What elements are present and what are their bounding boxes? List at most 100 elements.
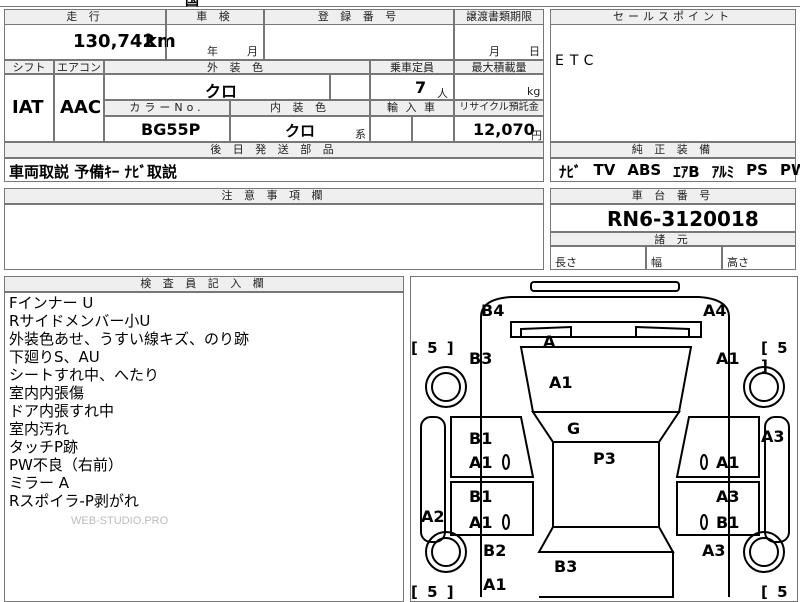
wheel-rr-inner bbox=[749, 537, 779, 567]
exterior-color-header: 外 装 色 bbox=[104, 60, 370, 74]
shift-value: IAT bbox=[12, 97, 44, 118]
capacity-value: 7 bbox=[415, 78, 427, 97]
door-handle bbox=[502, 514, 510, 530]
label-a3-right-rear: A3 bbox=[702, 541, 726, 560]
recycle-value: 12,070 bbox=[473, 120, 535, 139]
equipment-item: ｱﾙﾐ bbox=[711, 163, 735, 181]
caution-cell bbox=[4, 204, 544, 270]
door-handle bbox=[700, 514, 708, 530]
registration-header: 登 録 番 号 bbox=[264, 9, 454, 25]
note-line: ミラー A bbox=[9, 474, 70, 492]
label-a1-bottom-left: A1 bbox=[483, 575, 507, 594]
later-parts-header: 後 日 発 送 部 品 bbox=[4, 142, 544, 158]
tire-rl-value: 5 bbox=[427, 583, 440, 601]
later-parts-text: 車両取説 予備ｷｰ ﾅﾋﾞ取説 bbox=[9, 163, 177, 181]
capacity-header: 乗車定員 bbox=[370, 60, 454, 74]
wheel-rl-inner bbox=[431, 537, 461, 567]
mileage-cell: 130,742 km bbox=[4, 24, 176, 60]
tire-rr-bracket: [ 5 ] bbox=[761, 583, 790, 601]
note-line: 外装色あせ、うすい線キズ、のり跡 bbox=[9, 330, 250, 348]
capacity-unit: 人 bbox=[437, 87, 448, 100]
shift-cell: IAT bbox=[4, 74, 54, 142]
exterior-color-cell: クロ bbox=[104, 74, 330, 101]
car-diagram: B4 A4 A [ 5 ] [ 5 ] B3 A1 A1 G A3 B1 A1 … bbox=[410, 276, 798, 602]
inspector-cell: Fインナー U Rサイドメンバー小U 外装色あせ、うすい線キズ、のり跡 下廻りS… bbox=[4, 292, 404, 602]
interior-color-suffix: 系 bbox=[355, 128, 366, 141]
shift-header: シフト bbox=[4, 60, 54, 74]
chassis-header: 車 台 番 号 bbox=[550, 188, 796, 204]
label-a4: A4 bbox=[703, 301, 727, 320]
aircon-cell: AAC bbox=[54, 74, 104, 142]
tire-rr-value: 5 bbox=[777, 583, 790, 601]
label-b2-left-rear: B2 bbox=[483, 541, 507, 560]
interior-color-header: 内 装 色 bbox=[230, 100, 370, 116]
later-parts-cell: 車両取説 予備ｷｰ ﾅﾋﾞ取説 bbox=[4, 158, 544, 182]
equipment-item: PS bbox=[746, 161, 768, 179]
door-handle bbox=[502, 454, 510, 470]
shaken-month-unit: 月 bbox=[247, 45, 258, 58]
equipment-cell: ﾅﾋﾞ TV ABS ｴｱB ｱﾙﾐ PS PW bbox=[550, 158, 800, 182]
recycle-cell: 12,070 円 bbox=[454, 116, 544, 142]
front-bumper-shape bbox=[530, 281, 680, 292]
label-b3-trunk: B3 bbox=[554, 557, 578, 576]
label-a1-hood: A1 bbox=[549, 373, 573, 392]
equipment-list: ﾅﾋﾞ TV ABS ｴｱB ｱﾙﾐ PS PW bbox=[559, 161, 800, 182]
label-p3-roof: P3 bbox=[593, 449, 616, 468]
note-line: Rサイドメンバー小U bbox=[9, 312, 151, 330]
top-strip bbox=[0, 0, 800, 7]
note-line: 室内内張傷 bbox=[9, 384, 85, 402]
inspector-header: 検 査 員 記 入 欄 bbox=[4, 276, 404, 292]
dim-length-cell: 長さ bbox=[550, 246, 646, 270]
dim-height-label: 高さ bbox=[727, 256, 749, 269]
tire-fl-value: 5 bbox=[427, 339, 440, 357]
equipment-header: 純 正 装 備 bbox=[550, 142, 796, 158]
door-handle bbox=[700, 454, 708, 470]
transfer-docs-cell: 月 日 bbox=[454, 24, 544, 60]
color-no-header: カラーNo. bbox=[104, 100, 230, 116]
note-line: シートすれ中、へたり bbox=[9, 366, 160, 384]
note-line: ドア内張すれ中 bbox=[9, 402, 115, 420]
label-b1-l-front-door: B1 bbox=[469, 429, 493, 448]
interior-color-value: クロ bbox=[285, 122, 316, 140]
front-grille-shape bbox=[510, 321, 702, 338]
import-cell-left bbox=[370, 116, 412, 142]
color-no-value: BG55P bbox=[141, 120, 201, 139]
label-a1-top-right: A1 bbox=[716, 349, 740, 368]
mileage-value: 130,742 bbox=[73, 31, 155, 52]
registration-cell bbox=[264, 24, 454, 60]
label-a1-r-front-door: A1 bbox=[716, 453, 740, 472]
transfer-month-unit: 月 bbox=[489, 45, 500, 58]
equipment-item: ｴｱB bbox=[673, 163, 700, 181]
exterior-color-value: クロ bbox=[205, 82, 238, 101]
wheel-fl-inner bbox=[431, 372, 461, 402]
dim-length-label: 長さ bbox=[555, 256, 577, 269]
inspector-notes: Fインナー U Rサイドメンバー小U 外装色あせ、うすい線キズ、のり跡 下廻りS… bbox=[9, 294, 249, 510]
chassis-cell: RN6-3120018 bbox=[550, 204, 796, 232]
equipment-item: TV bbox=[593, 161, 616, 179]
label-a2-left-quarter: A2 bbox=[421, 507, 445, 526]
mileage-header: 走 行 bbox=[4, 9, 166, 25]
aircon-value: AAC bbox=[60, 97, 102, 118]
windshield-shape bbox=[531, 411, 681, 443]
rear-window-shape bbox=[537, 526, 675, 553]
label-a1-l-front-door: A1 bbox=[469, 453, 493, 472]
note-line: Rスポイラ-P剥がれ bbox=[9, 492, 139, 510]
import-cell-right bbox=[412, 116, 454, 142]
label-g-windshield: G bbox=[567, 419, 581, 438]
label-a1-l-rear-door: A1 bbox=[469, 513, 493, 532]
max-load-cell: kg bbox=[454, 74, 544, 100]
tire-rl-bracket: [ 5 ] bbox=[411, 583, 456, 601]
equipment-item: ABS bbox=[627, 161, 662, 179]
max-load-unit: kg bbox=[527, 85, 541, 98]
sales-point-header: セールスポイント bbox=[550, 9, 796, 25]
color-no-cell: BG55P bbox=[104, 116, 230, 142]
note-line: タッチP跡 bbox=[9, 438, 79, 456]
dimensions-header: 諸 元 bbox=[550, 232, 796, 246]
note-line: 室内汚れ bbox=[9, 420, 70, 438]
capacity-cell: 7 人 bbox=[370, 74, 454, 100]
caution-header: 注 意 事 項 欄 bbox=[4, 188, 544, 204]
recycle-unit: 円 bbox=[531, 129, 542, 142]
shaken-header: 車 検 bbox=[166, 9, 264, 25]
hood-shape bbox=[519, 346, 693, 413]
shaken-year-unit: 年 bbox=[207, 45, 218, 58]
